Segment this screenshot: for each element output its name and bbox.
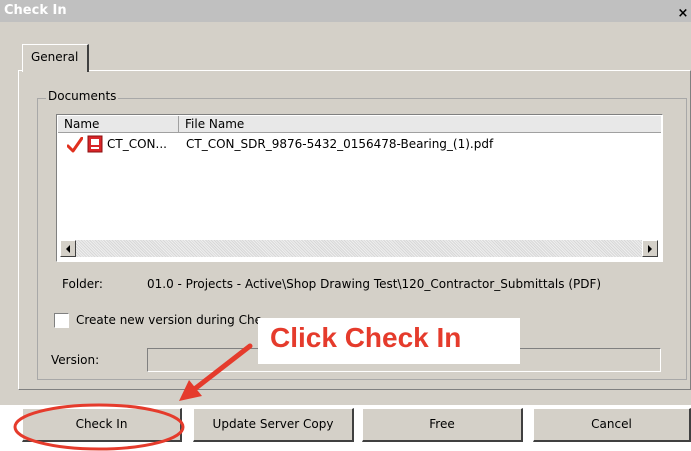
free-button[interactable]: Free bbox=[362, 408, 523, 442]
tab-general[interactable]: General bbox=[22, 44, 89, 72]
version-label: Version: bbox=[51, 353, 100, 367]
folder-path: 01.0 - Projects - Active\Shop Drawing Te… bbox=[147, 277, 602, 291]
window-title: Check In bbox=[4, 3, 67, 18]
cancel-button[interactable]: Cancel bbox=[533, 408, 691, 442]
create-new-version-checkbox[interactable] bbox=[54, 313, 69, 328]
scroll-track[interactable] bbox=[76, 240, 642, 257]
close-button[interactable]: × bbox=[676, 7, 690, 21]
scroll-left-button[interactable] bbox=[60, 240, 76, 257]
check-in-button[interactable]: Check In bbox=[22, 408, 182, 442]
row-file-name: CT_CON_SDR_9876-5432_0156478-Bearing_(1)… bbox=[186, 137, 494, 151]
list-item[interactable]: CT_CON... CT_CON_SDR_9876-5432_0156478-B… bbox=[57, 134, 660, 154]
folder-label: Folder: bbox=[62, 277, 103, 291]
documents-group-label: Documents bbox=[46, 89, 119, 103]
red-checkmark-icon bbox=[67, 137, 83, 153]
update-server-copy-button[interactable]: Update Server Copy bbox=[193, 408, 354, 442]
pdf-file-icon bbox=[87, 135, 103, 153]
create-new-version-label[interactable]: Create new version during Check In bbox=[76, 313, 261, 327]
column-header-file-name[interactable]: File Name bbox=[179, 116, 661, 133]
check-in-dialog: Check In × General Documents Name File N… bbox=[0, 0, 691, 451]
title-bar: Check In × bbox=[0, 0, 691, 22]
documents-list[interactable]: Name File Name CT_CON... CT_CON_SDR_9876… bbox=[56, 114, 663, 262]
row-name: CT_CON... bbox=[107, 137, 167, 151]
annotation-text: Click Check In bbox=[270, 322, 462, 353]
scroll-right-button[interactable] bbox=[642, 240, 658, 257]
column-header-name-label: Name bbox=[64, 117, 100, 131]
horizontal-scrollbar[interactable] bbox=[60, 240, 658, 257]
column-header-name[interactable]: Name bbox=[58, 116, 179, 133]
tab-general-label: General bbox=[31, 50, 79, 64]
column-header-file-name-label: File Name bbox=[185, 117, 245, 131]
arrow-right-icon bbox=[648, 245, 652, 253]
arrow-left-icon bbox=[66, 245, 70, 253]
